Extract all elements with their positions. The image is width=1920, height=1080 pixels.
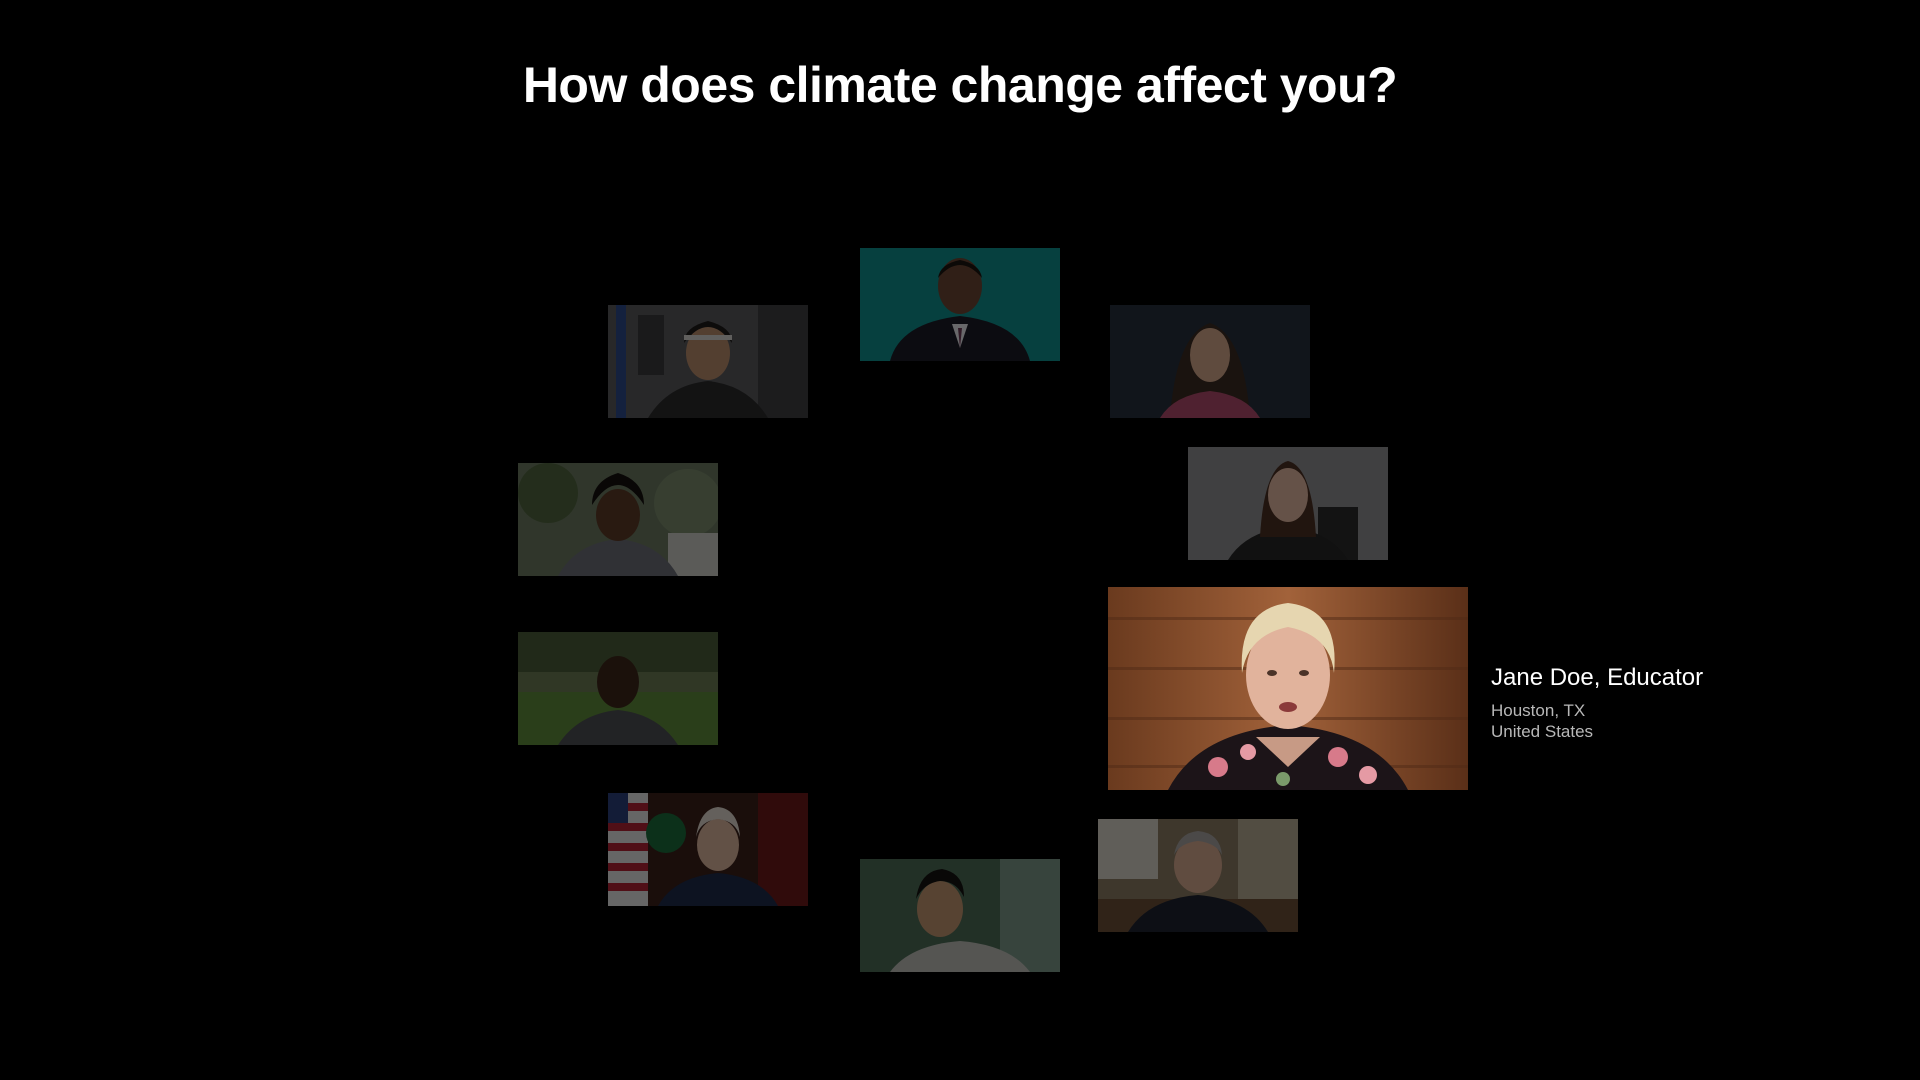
video-tile-office-speaker[interactable] bbox=[1098, 819, 1298, 932]
video-tile-featured-speaker[interactable] bbox=[1108, 587, 1468, 790]
person-field-backdrop-icon bbox=[518, 632, 718, 745]
video-tile-dark-speaker[interactable] bbox=[1110, 305, 1310, 418]
person-gym-backdrop-icon bbox=[608, 305, 808, 418]
video-tile-garden-speaker[interactable] bbox=[518, 463, 718, 576]
video-tile-grey-speaker[interactable] bbox=[1188, 447, 1388, 560]
video-tile-flag-speaker[interactable] bbox=[608, 793, 808, 906]
speaker-name: Jane Doe, Educator bbox=[1491, 664, 1704, 691]
person-teal-backdrop-icon bbox=[860, 248, 1060, 361]
person-dark-backdrop-icon bbox=[1110, 305, 1310, 418]
video-tile-green-speaker[interactable] bbox=[860, 859, 1060, 972]
person-office-backdrop-icon bbox=[1098, 819, 1298, 932]
person-grey-backdrop-icon bbox=[1188, 447, 1388, 560]
video-tile-teal-speaker[interactable] bbox=[860, 248, 1060, 361]
video-tile-field-speaker[interactable] bbox=[518, 632, 718, 745]
person-garden-backdrop-icon bbox=[518, 463, 718, 576]
speaker-country: United States bbox=[1491, 722, 1594, 741]
person-wood-backdrop-icon bbox=[1108, 587, 1468, 790]
speaker-city: Houston, TX bbox=[1491, 701, 1586, 720]
person-green-backdrop-icon bbox=[860, 859, 1060, 972]
video-tile-gym-speaker[interactable] bbox=[608, 305, 808, 418]
page-title: How does climate change affect you? bbox=[522, 57, 1398, 113]
person-flag-backdrop-icon bbox=[608, 793, 808, 906]
featured-caption: Jane Doe, Educator Houston, TX United St… bbox=[1491, 664, 1703, 742]
